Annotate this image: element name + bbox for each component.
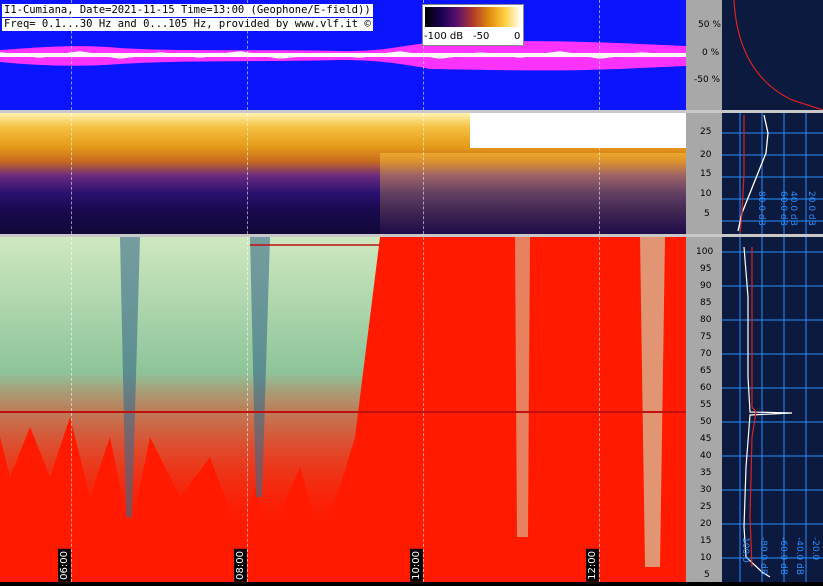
high-freq-tick: 50: [700, 417, 712, 427]
high-freq-tick: 45: [700, 434, 712, 444]
profile-db-label: -20.0: [810, 537, 820, 561]
low-freq-profile-panel: 80.0 dB 60.0 dB 40.0 dB 20.0 dB: [722, 113, 823, 234]
high-freq-tick: 95: [700, 264, 712, 274]
spectrogram-low-freq: [0, 113, 686, 234]
time-gridline: [247, 113, 248, 234]
profile-db-label: 60.0 dB: [778, 191, 788, 226]
time-gridline: [423, 113, 424, 234]
low-freq-tick: 15: [700, 169, 712, 179]
profile-db-label: 40.0 dB: [788, 191, 798, 226]
high-freq-profile-plot: [722, 237, 823, 582]
high-freq-tick: 30: [700, 485, 712, 495]
high-freq-tick: 80: [700, 315, 712, 325]
high-freq-tick: 15: [700, 536, 712, 546]
high-freq-tick: 75: [700, 332, 712, 342]
low-freq-tick: 25: [700, 127, 712, 137]
wave-tick: -50 %: [694, 75, 721, 85]
time-label: 08:00: [234, 549, 247, 582]
high-freq-profile-panel: 100.0 -80.0 dB -60.0 dB -40.0 dB -20.0: [722, 237, 823, 582]
header-freq-line: Freq= 0.1...30 Hz and 0...105 Hz, provid…: [2, 18, 373, 31]
high-freq-tick: 35: [700, 468, 712, 478]
high-freq-tick: 55: [700, 400, 712, 410]
high-freq-tick: 85: [700, 298, 712, 308]
colorbar-label-max: 0: [514, 31, 521, 42]
wave-tick: 0 %: [702, 48, 720, 58]
low-freq-axis: 25 20 15 10 5: [686, 113, 722, 234]
high-freq-tick: 25: [700, 502, 712, 512]
waveform-profile-plot: [733, 0, 823, 111]
spectrogram-high-freq: 06:00 08:00 10:00 12:00: [0, 237, 686, 582]
waveform-profile-panel: [722, 0, 823, 111]
time-label: 06:00: [58, 549, 71, 582]
spec-high-band: [640, 237, 665, 567]
header-title-line: I1-Cumiana, Date=2021-11-15 Time=13:00 (…: [2, 4, 373, 17]
spec-high-region: [0, 237, 380, 537]
colorbar-label-mid: -50: [473, 31, 490, 42]
profile-db-label: -40.0 dB: [794, 537, 804, 576]
profile-db-label: 20.0 dB: [806, 191, 816, 226]
high-freq-axis: 100 95 90 85 80 75 70 65 60 55 50 45 40 …: [686, 237, 722, 582]
spec-low-overlay: [380, 153, 686, 234]
time-label: 12:00: [586, 549, 599, 582]
vlf-spectrogram-viewer: I1-Cumiana, Date=2021-11-15 Time=13:00 (…: [0, 0, 823, 582]
high-freq-tick: 10: [700, 553, 712, 563]
high-freq-tick: 5: [704, 570, 710, 580]
high-freq-tick: 20: [700, 519, 712, 529]
profile-db-label: -80.0 dB: [758, 537, 768, 576]
profile-db-label: -60.0 dB: [778, 537, 788, 576]
high-freq-tick: 100: [696, 247, 714, 257]
waveform-panel: I1-Cumiana, Date=2021-11-15 Time=13:00 (…: [0, 0, 686, 110]
time-label: 10:00: [410, 549, 423, 582]
time-gridline: [247, 237, 248, 582]
low-freq-tick: 20: [700, 150, 712, 160]
time-gridline: [599, 237, 600, 582]
high-freq-tick: 90: [700, 281, 712, 291]
low-freq-tick: 5: [704, 209, 710, 219]
high-freq-tick: 65: [700, 366, 712, 376]
profile-db-label: 80.0 dB: [756, 191, 766, 226]
high-freq-tick: 40: [700, 451, 712, 461]
colorbar-legend: -100 dB -50 0: [422, 4, 524, 46]
time-gridline: [71, 237, 72, 582]
spec-high-band: [515, 237, 530, 537]
colorbar-label-min: -100 dB: [424, 31, 464, 42]
wave-tick: 50 %: [698, 20, 721, 30]
time-gridline: [71, 113, 72, 234]
time-gridline: [423, 237, 424, 582]
low-freq-tick: 10: [700, 189, 712, 199]
waveform-axis: 50 % 0 % -50 %: [686, 0, 722, 110]
time-gridline: [599, 113, 600, 234]
time-gridline: [599, 0, 600, 110]
spec-low-saturation: [470, 113, 686, 148]
spec-high-plot: [0, 237, 686, 567]
profile-db-label: 100.0: [740, 537, 750, 563]
colorbar-gradient: [425, 7, 521, 27]
high-freq-tick: 70: [700, 349, 712, 359]
high-freq-tick: 60: [700, 383, 712, 393]
